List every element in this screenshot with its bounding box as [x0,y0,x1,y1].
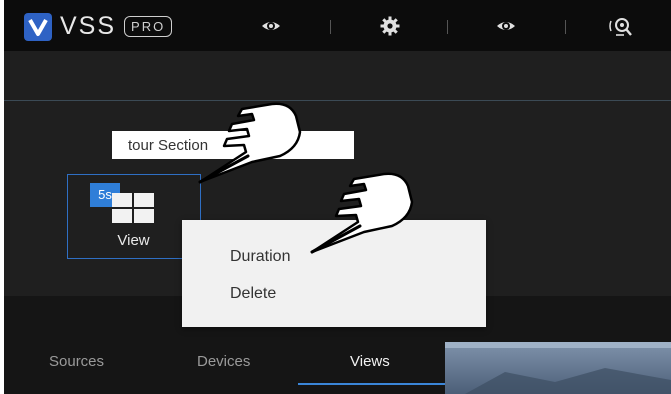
toolbar-divider [447,20,448,34]
pointing-hand-icon [198,102,302,184]
video-preview-thumbnail[interactable] [445,342,671,394]
active-tab-indicator [298,383,446,385]
menu-item-duration[interactable]: Duration [230,248,290,266]
tab-sources[interactable]: Sources [49,353,104,370]
grid-layout-icon [112,193,156,225]
view-tile[interactable]: 5s View [67,174,201,259]
eye-icon[interactable] [261,16,281,36]
pro-badge: PRO [124,16,173,37]
gear-icon[interactable] [380,16,400,36]
app-window: VSS PRO tour Section 5s View Sources Dev… [4,0,671,394]
sub-toolbar [4,51,671,101]
logo-text: VSS [60,12,117,40]
webcam-search-icon[interactable] [608,16,634,36]
menu-item-delete[interactable]: Delete [230,285,276,303]
view-tile-label: View [117,232,150,249]
logo-mark-icon [24,12,52,41]
toolbar-divider [330,20,331,34]
tab-views[interactable]: Views [350,353,390,370]
eye-icon[interactable] [496,16,516,36]
toolbar-divider [565,20,566,34]
top-bar: VSS PRO [4,0,671,51]
tab-devices[interactable]: Devices [197,353,250,370]
pointing-hand-icon [310,172,414,254]
app-logo: VSS PRO [24,12,173,41]
